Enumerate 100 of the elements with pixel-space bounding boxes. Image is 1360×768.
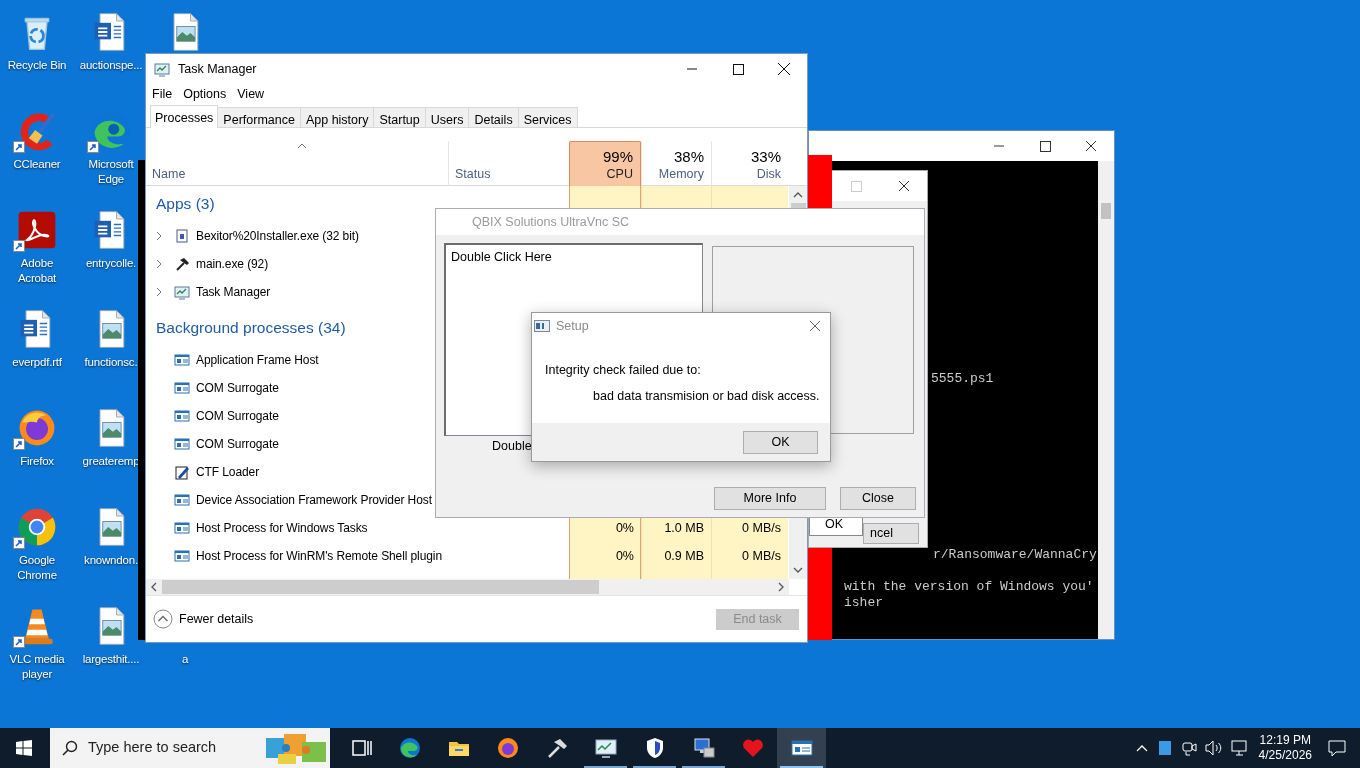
usage-total: 33% [750,148,781,166]
close-icon[interactable] [898,180,910,192]
horizontal-scrollbar[interactable] [146,579,789,595]
column-label: Memory [658,166,704,182]
process-name[interactable]: Device Association Framework Provider Host [196,491,432,509]
list-item[interactable]: Double Click Here [451,248,702,267]
monitor-chart-icon [174,284,190,300]
name-cell[interactable]: Host Process for Windows Tasks [146,514,448,542]
group-header[interactable]: Background processes (34) [146,316,346,340]
tab[interactable]: Startup [374,107,426,127]
scrollbar-thumb[interactable] [1101,203,1111,219]
process-name[interactable]: COM Surrogate [196,407,279,425]
search-bar[interactable]: Type here to search [50,728,330,768]
name-cell[interactable]: CTF Loader [146,458,448,486]
icon-label: greateremp [81,454,141,469]
table-cell: 0% [615,520,634,535]
computer-icon[interactable] [691,736,716,760]
process-name[interactable]: Bexitor%20Installer.exe (32 bit) [196,227,359,245]
volume-icon[interactable] [1204,740,1223,756]
name-cell[interactable]: COM Surrogate [146,374,448,402]
chevron-right-icon[interactable] [155,259,163,269]
group-header[interactable]: Apps (3) [146,192,215,216]
notification-icon[interactable] [1328,739,1346,757]
process-name[interactable]: Task Manager [196,283,271,301]
more-info-button[interactable]: More Info [714,487,826,510]
column-label: Name [152,166,186,182]
name-cell[interactable]: main.exe (92) [146,250,448,278]
column-header[interactable]: Name [146,141,448,186]
console-text: 5555.ps1 [931,371,994,387]
caption-text: Double [492,439,532,453]
window-icon [174,380,190,396]
table-cell: 0.9 MB [664,548,704,563]
process-name[interactable]: Host Process for Windows Tasks [196,519,368,537]
search-icon[interactable] [62,740,78,756]
name-cell[interactable]: Host Process for WinRM's Remote Shell plugin [146,542,448,570]
window-icon [174,520,190,536]
window-title: QBIX Solutions UltraVnc SC [472,213,629,231]
process-name[interactable]: CTF Loader [196,463,260,481]
windows-start-icon[interactable] [16,740,32,756]
tab[interactable]: App history [300,107,375,127]
icon-label: VLC media player [8,652,66,682]
installer-icon [174,228,190,244]
window-title: Task Manager [178,60,257,78]
chevron-right-icon[interactable] [777,582,785,592]
hammer-icon [174,256,190,272]
network-icon[interactable] [1230,740,1249,756]
name-cell[interactable]: COM Surrogate [146,402,448,430]
app-tray-icon[interactable] [1158,741,1171,755]
menu-item[interactable]: Options [183,84,227,104]
message-text: Integrity check failed due to: [544,362,702,377]
menu-item[interactable]: View [237,84,265,104]
chevron-left-icon[interactable] [150,582,158,592]
taskbar-button[interactable] [777,728,826,768]
name-cell[interactable]: Task Manager [146,278,448,306]
tab[interactable]: Users [425,107,470,127]
process-name[interactable]: Host Process for WinRM's Remote Shell plugin [196,547,442,565]
column-label: CPU [606,166,633,182]
monitor-chart-icon[interactable] [593,736,618,760]
fox-globe-icon[interactable] [495,736,520,760]
search-field[interactable]: Type here to search [88,737,253,759]
clock-time[interactable]: 12:19 PM [1259,733,1311,748]
chevron-right-icon[interactable] [155,287,163,297]
notepad-pen-icon [174,464,190,480]
icon-label: Microsoft Edge [87,157,135,187]
chevron-down-icon[interactable] [793,566,803,574]
process-name[interactable]: COM Surrogate [196,379,279,397]
chevron-up-icon[interactable] [793,191,803,199]
icon-label: auctionspe... [78,58,144,73]
process-name[interactable]: COM Surrogate [196,435,279,453]
process-name[interactable]: Application Frame Host [196,351,319,369]
name-cell[interactable]: COM Surrogate [146,430,448,458]
process-name[interactable]: main.exe (92) [196,255,269,273]
name-cell[interactable]: Application Frame Host [146,346,448,374]
tab[interactable]: Details [469,107,519,127]
usage-total: 38% [673,148,704,166]
column-header[interactable]: 99% CPU [569,141,641,186]
name-cell[interactable]: Device Association Framework Provider Host [146,486,448,514]
wave-circle-icon[interactable] [397,736,422,760]
cancel-button[interactable]: ncel [863,523,919,544]
tab[interactable]: Processes [150,105,219,128]
name-cell[interactable]: Bexitor%20Installer.exe (32 bit) [146,222,448,250]
camera-icon[interactable] [1180,740,1197,756]
menu-item[interactable]: File [152,84,173,104]
console-text: with the version of Windows you' [844,579,1094,595]
ok-button[interactable]: OK [743,430,818,454]
icon-label: Firefox [19,454,55,469]
icon-label: functionsc. [83,355,139,370]
icon-label: entrycolle. [84,256,138,271]
table-cell: 0 MB/s [742,520,781,535]
console-text: r/Ransomware/WannaCry [933,547,1097,563]
scrollbar-thumb[interactable] [162,580,599,594]
icon-label: CCleaner [12,157,62,172]
table-cell: 1.0 MB [664,520,704,535]
chevron-right-icon[interactable] [155,231,163,241]
vertical-scrollbar[interactable] [1098,161,1114,639]
tab[interactable]: Performance [218,107,301,127]
clock-date[interactable]: 4/25/2026 [1258,748,1312,763]
close-button[interactable]: Close [840,487,916,510]
tab[interactable]: Services [518,107,578,127]
fewer-details-button[interactable]: Fewer details [153,609,254,629]
